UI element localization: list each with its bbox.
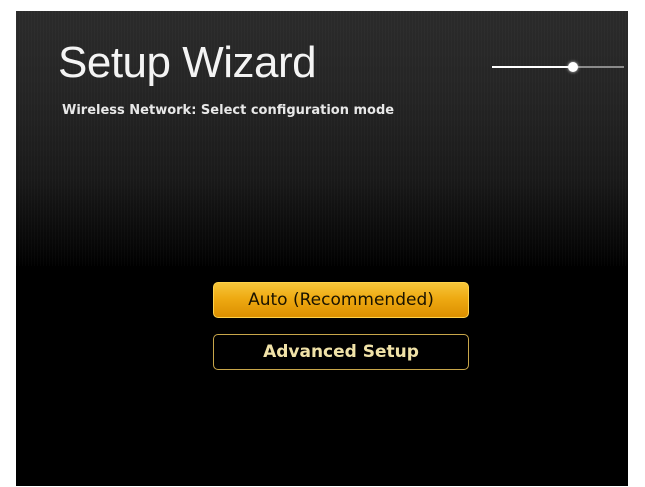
wizard-progress-indicator (492, 61, 624, 73)
page-title: Setup Wizard (58, 38, 317, 87)
configuration-mode-menu: Auto (Recommended) Advanced Setup (213, 282, 469, 370)
advanced-setup-button[interactable]: Advanced Setup (213, 334, 469, 370)
progress-fill (492, 66, 573, 68)
progress-knob (567, 62, 578, 72)
auto-recommended-button[interactable]: Auto (Recommended) (213, 282, 469, 318)
page-subtitle: Wireless Network: Select configuration m… (62, 103, 395, 118)
tv-screen: Setup Wizard Wireless Network: Select co… (16, 11, 628, 486)
